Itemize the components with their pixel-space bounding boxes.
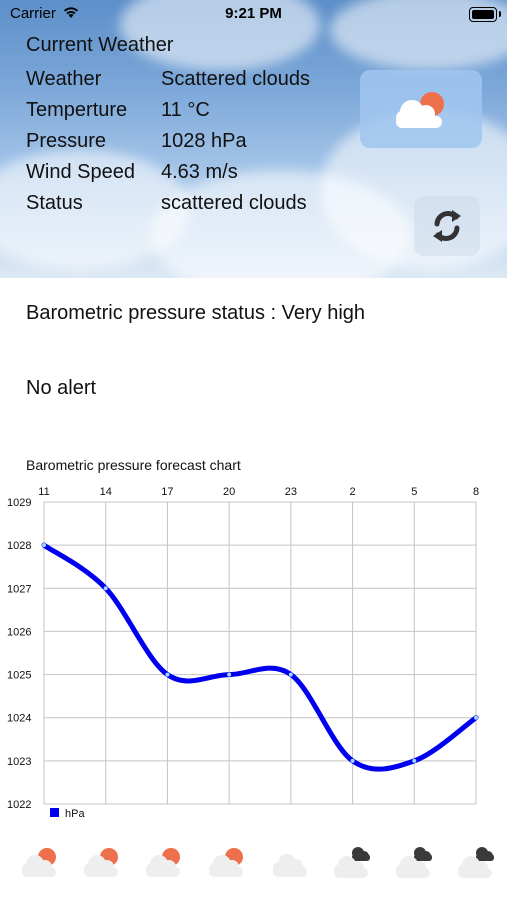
refresh-icon <box>433 210 461 242</box>
data-point <box>288 672 293 677</box>
pressure-value: 1028 hPa <box>161 130 247 152</box>
forecast-icon-strip <box>0 842 507 886</box>
refresh-button[interactable] <box>414 196 480 256</box>
battery-icon <box>469 7 497 22</box>
status-bar: Carrier 9:21 PM <box>0 0 507 30</box>
temperature-label: Temperture <box>26 99 128 121</box>
partly-cloudy-icon <box>205 842 251 882</box>
clock: 9:21 PM <box>225 5 282 22</box>
pressure-forecast-chart: 1022 1023 1024 1025 1026 1027 1028 1029 11 14 17 20… <box>7 486 479 820</box>
current-weather-title: Current Weather <box>26 34 174 56</box>
data-point <box>350 758 355 763</box>
legend-swatch <box>50 808 59 817</box>
x-tick-label: 8 <box>473 486 479 498</box>
y-tick-label: 1028 <box>7 540 31 552</box>
pressure-status-text: Barometric pressure status : Very high <box>26 302 366 324</box>
x-tick-label: 11 <box>38 486 49 498</box>
x-tick-label: 2 <box>350 486 356 498</box>
temperature-value: 11 °C <box>161 99 210 121</box>
partly-cloudy-icon <box>80 842 126 882</box>
series-line-hpa <box>41 542 479 772</box>
current-weather-icon-box <box>360 70 482 148</box>
data-point <box>412 758 417 763</box>
x-tick-label: 20 <box>223 486 235 498</box>
alert-text: No alert <box>26 377 97 399</box>
x-tick-label: 14 <box>100 486 112 498</box>
broken-clouds-icon <box>392 842 438 882</box>
pressure-label: Pressure <box>26 130 107 152</box>
weather-value: Scattered clouds <box>161 68 310 90</box>
weather-label: Weather <box>26 68 102 90</box>
chart-caption: Barometric pressure forecast chart <box>26 457 241 473</box>
x-tick-label: 23 <box>285 486 297 498</box>
y-tick-label: 1026 <box>7 626 31 638</box>
wind-speed-value: 4.63 m/s <box>161 161 238 183</box>
status-label: Status <box>26 192 83 214</box>
weather-header: Carrier 9:21 PM Current Weather Weather … <box>0 0 507 278</box>
y-tick-label: 1022 <box>7 799 31 811</box>
partly-cloudy-icon <box>18 842 64 882</box>
broken-clouds-icon <box>454 842 500 882</box>
data-point <box>474 715 478 720</box>
legend-label: hPa <box>65 808 85 820</box>
status-value: scattered clouds <box>161 192 307 214</box>
data-point <box>227 672 232 677</box>
cloud-icon <box>267 842 313 882</box>
y-tick-label: 1025 <box>7 670 31 682</box>
partly-cloudy-icon <box>142 842 188 882</box>
x-tick-label: 17 <box>161 486 173 498</box>
y-tick-label: 1024 <box>7 713 31 725</box>
broken-clouds-icon <box>330 842 376 882</box>
y-tick-label: 1029 <box>7 497 31 509</box>
data-point <box>42 543 46 548</box>
data-point <box>103 586 108 591</box>
y-tick-label: 1027 <box>7 583 31 595</box>
partly-cloudy-icon <box>396 92 444 128</box>
wind-speed-label: Wind Speed <box>26 161 135 183</box>
x-tick-label: 5 <box>411 486 417 498</box>
y-tick-label: 1023 <box>7 756 31 768</box>
data-point <box>165 672 170 677</box>
